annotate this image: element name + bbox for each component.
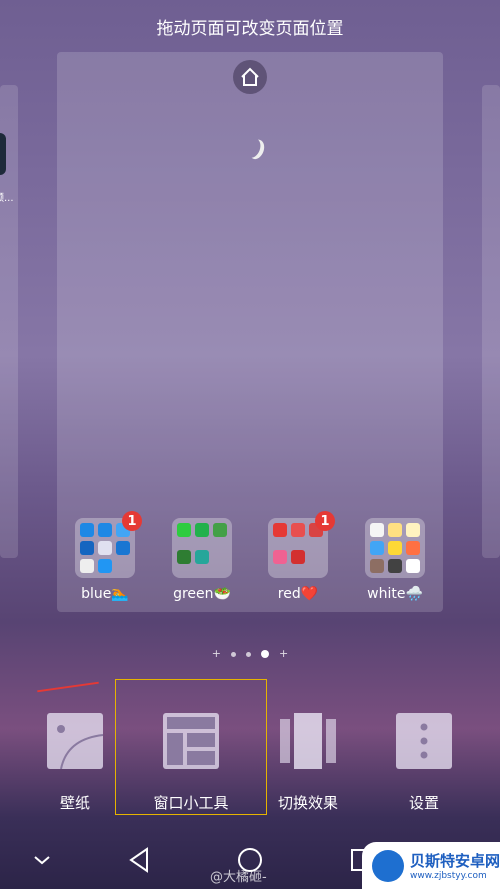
site-url: www.zjbstyy.com	[410, 871, 487, 881]
app-icon	[388, 559, 402, 573]
app-icon	[370, 559, 384, 573]
tool-label: 壁纸	[59, 794, 90, 812]
shell-logo-icon	[372, 849, 404, 882]
tool-label: 设置	[408, 794, 439, 812]
weibo-watermark: @大橘砸-	[210, 870, 267, 885]
page-indicator[interactable]: + +	[0, 648, 500, 659]
folder-label: blue🏊	[81, 586, 129, 602]
settings-button[interactable]: 设置	[379, 713, 469, 813]
left-page-preview[interactable]: 频...	[0, 85, 18, 558]
home-page-button[interactable]	[233, 60, 267, 94]
folder-label: green🥗	[173, 586, 231, 602]
wallpaper-button[interactable]: 壁纸	[30, 713, 120, 813]
app-icon	[291, 550, 305, 564]
app-icon	[273, 550, 287, 564]
page-title: 拖动页面可改变页面位置	[156, 19, 344, 39]
folder-label: red❤️	[277, 586, 319, 602]
app-icon	[388, 541, 402, 555]
transition-effect-button[interactable]: 切换效果	[263, 713, 353, 813]
app-icon	[273, 523, 287, 537]
annotation-arrow	[37, 681, 99, 693]
app-icon	[406, 541, 420, 555]
add-page-icon[interactable]: +	[279, 648, 288, 659]
settings-icon	[396, 713, 452, 769]
app-icon	[177, 523, 191, 537]
tool-label: 窗口小工具	[153, 794, 229, 812]
transition-effect-icon	[280, 713, 336, 769]
site-name: 贝斯特安卓网	[410, 852, 500, 870]
folder-3[interactable]	[365, 518, 425, 578]
app-icon	[177, 550, 191, 564]
add-page-icon[interactable]: +	[212, 648, 221, 659]
wallpaper-icon	[47, 713, 104, 770]
page-dot-active[interactable]	[261, 650, 269, 658]
app-icon	[195, 523, 209, 537]
folder-0[interactable]: 1	[75, 511, 142, 578]
app-icon	[213, 523, 227, 537]
app-icon	[195, 550, 209, 564]
widgets-icon	[163, 713, 219, 769]
collapse-nav-button[interactable]	[32, 845, 52, 875]
folder-2[interactable]: 1	[268, 511, 335, 578]
app-icon	[0, 133, 6, 175]
app-icon	[116, 541, 130, 555]
app-icon	[406, 559, 420, 573]
app-icon	[98, 559, 112, 573]
tool-label: 切换效果	[277, 794, 338, 812]
app-icon	[370, 541, 384, 555]
notification-badge: 1	[315, 511, 335, 531]
site-watermark: 贝斯特安卓网 www.zjbstyy.com	[362, 842, 500, 889]
right-page-preview[interactable]	[482, 85, 500, 558]
app-icon	[80, 541, 94, 555]
app-icon	[98, 541, 112, 555]
app-icon	[406, 523, 420, 537]
app-icon	[370, 523, 384, 537]
folder-1[interactable]	[172, 518, 232, 578]
app-label: 频...	[0, 193, 14, 204]
app-icon	[388, 523, 402, 537]
app-icon	[98, 523, 112, 537]
folder-label: white🌧️	[367, 586, 423, 602]
app-icon	[291, 523, 305, 537]
page-dot[interactable]	[231, 651, 236, 657]
notification-badge: 1	[122, 511, 142, 531]
page-dot[interactable]	[246, 651, 251, 657]
app-icon	[80, 559, 94, 573]
widgets-button[interactable]: 窗口小工具	[146, 713, 236, 813]
back-button[interactable]	[128, 845, 150, 875]
home-icon	[241, 67, 259, 86]
app-icon	[80, 523, 94, 537]
